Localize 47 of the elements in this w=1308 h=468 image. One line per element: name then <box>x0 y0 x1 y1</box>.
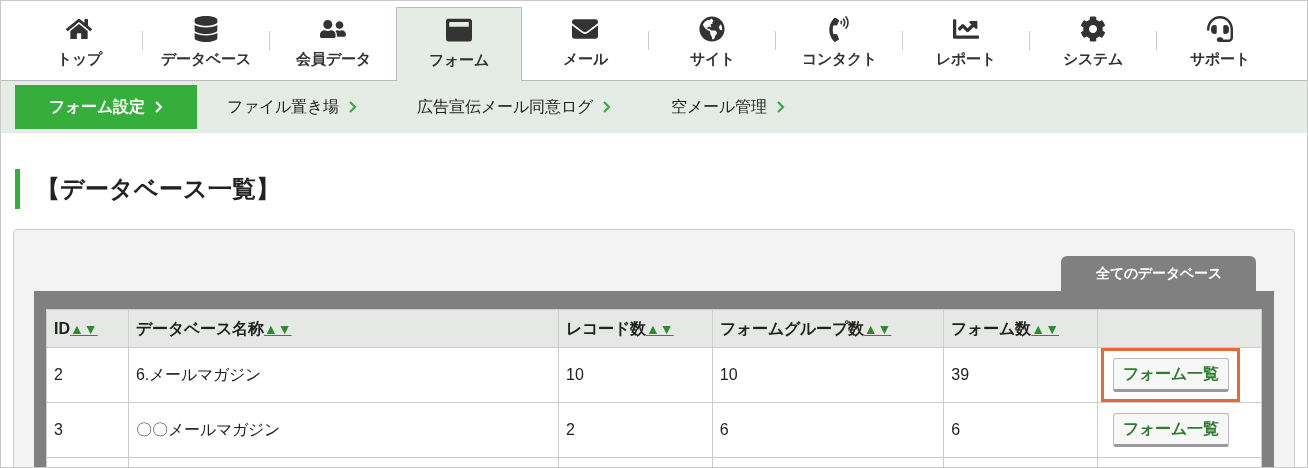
column-header: レコード数▲▼ <box>558 309 713 348</box>
chevron-icon <box>603 101 611 113</box>
nav-tab[interactable]: サイト <box>649 7 775 80</box>
form-list-button[interactable]: フォーム一覧 <box>1112 413 1229 447</box>
table-cell: 39 <box>943 347 1098 403</box>
sort-link[interactable]: ▲▼ <box>70 320 98 337</box>
chevron-icon <box>349 101 357 113</box>
database-icon <box>193 16 219 43</box>
table-cell: 3 <box>46 402 129 458</box>
panel-tab[interactable]: 全てのデータベース <box>1061 256 1256 291</box>
headset-icon <box>1207 16 1233 43</box>
settings-icon <box>1080 16 1106 43</box>
column-header: フォームグループ数▲▼ <box>712 309 944 348</box>
column-header: ID▲▼ <box>46 309 129 348</box>
nav-tab[interactable]: トップ <box>16 7 142 80</box>
nav-tab[interactable]: フォーム <box>396 7 522 81</box>
column-header: データベース名称▲▼ <box>128 309 559 348</box>
form-list-button[interactable]: フォーム一覧 <box>1112 358 1229 392</box>
chevron-icon <box>155 101 163 113</box>
table-cell: 2 <box>558 402 713 458</box>
nav-tab[interactable]: 会員データ <box>270 7 396 80</box>
phone-icon <box>826 16 852 43</box>
table-cell: 6 <box>712 402 944 458</box>
table-cell: 6.メールマガジン <box>128 347 559 403</box>
sub-nav-link[interactable]: ファイル置き場 <box>197 95 387 119</box>
nav-tab[interactable]: データベース <box>143 7 269 80</box>
nav-tab[interactable]: サポート <box>1157 7 1283 80</box>
page-title: 【データベース一覧】 <box>15 169 1307 209</box>
table-cell: 10 <box>712 347 944 403</box>
window-icon <box>446 17 472 44</box>
nav-tab[interactable]: システム <box>1030 7 1156 80</box>
chevron-icon <box>777 101 785 113</box>
table-cell: 〇〇メールマガジン <box>128 402 559 458</box>
column-header: フォーム数▲▼ <box>943 309 1098 348</box>
sub-nav-link[interactable]: 空メール管理 <box>641 95 815 119</box>
table-cell: 2 <box>46 347 129 403</box>
sort-link[interactable]: ▲▼ <box>863 320 892 337</box>
table-cell: 6 <box>943 402 1098 458</box>
globe-icon <box>699 16 725 43</box>
sub-nav-link[interactable]: 広告宣伝メール同意ログ <box>387 95 641 119</box>
nav-tab[interactable]: コンタクト <box>776 7 902 80</box>
nav-tab[interactable]: メール <box>522 7 648 80</box>
nav-tab[interactable]: レポート <box>903 7 1029 80</box>
sort-link[interactable]: ▲▼ <box>1031 320 1059 337</box>
sort-link[interactable]: ▲▼ <box>263 320 292 337</box>
table-cell: 10 <box>558 347 713 403</box>
sort-link[interactable]: ▲▼ <box>646 320 674 337</box>
